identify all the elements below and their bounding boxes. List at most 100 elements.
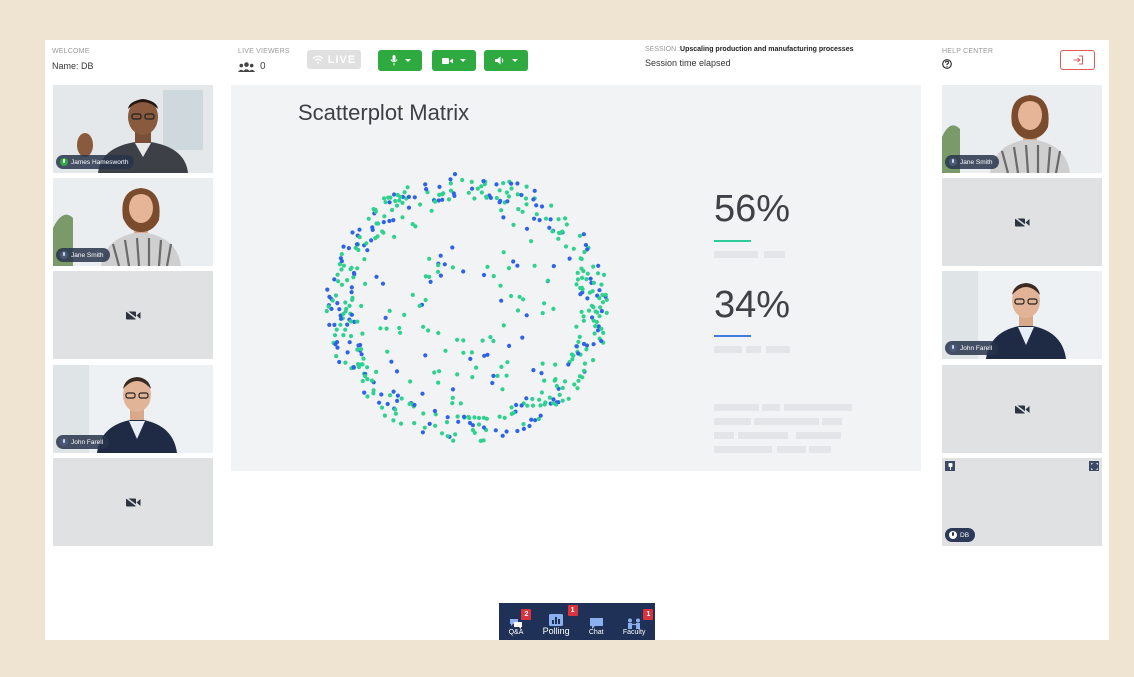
camera-icon [442, 57, 453, 64]
bottom-toolbar: Q&A 2 Polling 1 Chat Faculty 1 [499, 603, 655, 640]
scatter-point [524, 313, 529, 318]
welcome-label: WELCOME [52, 48, 90, 55]
video-tile-camera-off[interactable] [942, 365, 1102, 453]
scatter-point [506, 194, 512, 199]
scatter-point [495, 373, 500, 378]
scatter-point [490, 380, 495, 386]
scatter-point [355, 347, 360, 352]
scatter-point [325, 287, 330, 292]
qa-button[interactable]: Q&A 2 [509, 609, 532, 636]
video-tile-jane-smith-right[interactable]: Jane Smith [942, 85, 1102, 173]
scatter-point [572, 382, 577, 387]
scatter-point [377, 400, 382, 405]
scatter-point [501, 181, 506, 186]
scatter-point [388, 195, 393, 200]
scatter-point [504, 373, 509, 378]
scatter-point [450, 401, 455, 406]
video-tile-john-farell[interactable]: John Farell [53, 365, 213, 453]
camera-button[interactable] [432, 50, 476, 71]
scatter-point [453, 432, 458, 437]
scatter-point [351, 275, 356, 280]
camera-off-icon [125, 496, 141, 508]
scatter-point [539, 390, 544, 395]
session-time: Session time elapsed [645, 58, 731, 68]
video-tile-camera-off[interactable] [53, 458, 213, 546]
scatter-point [360, 331, 365, 336]
scatter-point [539, 371, 544, 376]
scatter-point [339, 282, 345, 287]
scatter-point [349, 290, 354, 295]
fullscreen-icon[interactable] [1089, 461, 1099, 471]
scatter-point [456, 419, 461, 424]
scatter-point [543, 400, 548, 405]
scatter-point [524, 202, 529, 207]
faculty-button[interactable]: Faculty 1 [623, 609, 654, 636]
chat-icon [589, 618, 603, 629]
scatter-point [359, 303, 364, 309]
help-icon[interactable] [942, 59, 952, 69]
chat-button[interactable]: Chat [589, 618, 604, 636]
live-label: LIVE [327, 53, 357, 66]
live-button[interactable]: LIVE [307, 50, 361, 69]
scatter-point [480, 338, 485, 343]
video-tile-jane-smith[interactable]: Jane Smith [53, 178, 213, 266]
scatter-point [466, 190, 471, 195]
scatter-point [344, 306, 349, 311]
scatter-point [549, 203, 554, 208]
scatter-point [420, 430, 425, 435]
scatter-point [338, 316, 344, 321]
microphone-button[interactable] [378, 50, 422, 71]
pin-icon[interactable] [945, 461, 955, 471]
scatter-point [343, 360, 348, 365]
video-tile-camera-off[interactable] [942, 178, 1102, 266]
scatter-point [576, 351, 581, 356]
scatter-point [601, 330, 606, 335]
scatter-point [461, 350, 466, 355]
participant-name: Jane Smith [71, 251, 104, 259]
scatter-point [504, 190, 509, 195]
scatter-point [498, 283, 503, 288]
stat-underline-2 [714, 335, 751, 337]
scatter-point [388, 393, 393, 398]
scatter-point [581, 314, 586, 319]
placeholder-bar [714, 404, 759, 411]
scatter-point [341, 311, 346, 316]
scatter-point [505, 360, 510, 365]
scatter-point [461, 269, 466, 274]
scatter-point [529, 417, 534, 422]
session-title: Upscaling production and manufacturing p… [680, 46, 854, 53]
scatter-point [599, 309, 604, 314]
scatter-point [362, 257, 367, 262]
scatter-point [446, 197, 452, 202]
scatter-point [580, 375, 585, 380]
scatter-point [391, 218, 396, 223]
video-tile-camera-off[interactable] [53, 271, 213, 359]
scatter-point [348, 267, 353, 272]
scatter-point [501, 323, 506, 328]
scatter-point [351, 270, 357, 276]
scatter-point [581, 318, 586, 323]
scatter-point [395, 393, 400, 398]
scatter-point [423, 353, 428, 358]
scatter-point [390, 207, 395, 213]
polling-button[interactable]: Polling 1 [543, 605, 578, 636]
scatter-point [423, 274, 428, 279]
video-tile-john-farell-right[interactable]: John Farell [942, 271, 1102, 359]
scatter-point [509, 293, 514, 299]
scatter-point [338, 322, 343, 327]
scatter-point [543, 216, 549, 221]
video-tile-james-hamesworth[interactable]: James Hamesworth [53, 85, 213, 173]
scatter-point [373, 209, 378, 214]
exit-button[interactable] [1060, 50, 1095, 70]
scatter-point [472, 196, 477, 201]
speaker-button[interactable] [484, 50, 528, 71]
scatter-point [582, 361, 588, 366]
scatter-point [436, 330, 441, 336]
scatter-point [601, 272, 607, 277]
scatter-point [591, 318, 596, 323]
scatter-point [341, 244, 346, 249]
scatter-point [548, 217, 553, 222]
video-tile-self[interactable]: DB [942, 458, 1102, 546]
qa-badge: 2 [521, 609, 532, 620]
scatter-point [470, 423, 475, 428]
